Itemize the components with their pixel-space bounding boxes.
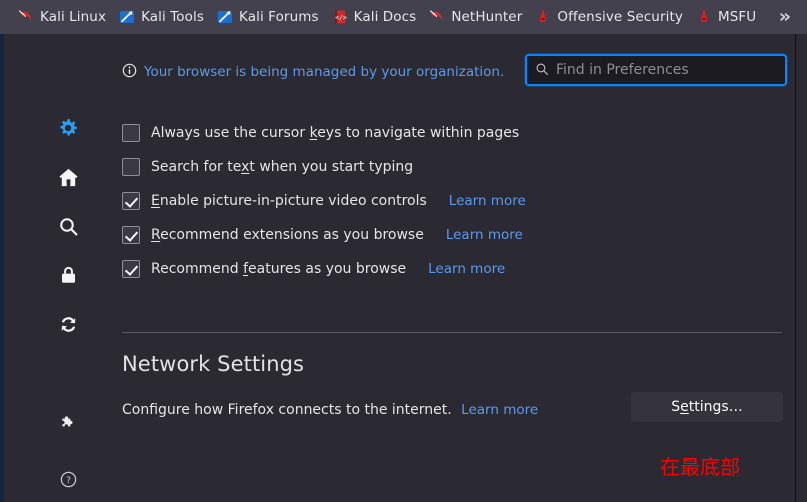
vertical-scrollbar[interactable] [796,34,807,502]
option-label: Recommend extensions as you browse [151,227,424,243]
preferences-sidebar: ? [4,34,120,502]
cursor-keys-checkbox[interactable] [122,124,140,142]
option-label: Search for text when you start typing [151,159,413,175]
bookmark-kali-tools[interactable]: Kali Tools [115,6,211,28]
bookmark-label: Kali Tools [141,9,204,25]
bookmarks-overflow-chevron-icon[interactable]: » [773,6,797,29]
sidebar-item-extensions[interactable] [52,409,84,441]
kali-docs-book-icon: </> [332,9,348,25]
bookmark-kali-forums[interactable]: Kali Forums [213,6,326,28]
sidebar-item-general[interactable] [52,114,84,146]
network-settings-description: Configure how Firefox connects to the in… [122,402,538,418]
bookmark-label: Kali Forums [239,9,319,25]
bookmark-label: NetHunter [451,9,522,25]
search-input[interactable] [556,62,777,78]
picture-in-picture-checkbox[interactable] [122,192,140,210]
kali-dragon-icon [18,9,34,25]
firefox-preferences-window: Kali Linux Kali Tools Kali Forums [0,0,807,502]
info-circle-icon [122,63,137,82]
option-label: Recommend features as you browse [151,261,406,277]
managed-notice-text: Your browser is being managed by your or… [144,64,504,80]
search-icon [535,61,549,80]
find-in-preferences-box[interactable] [525,54,787,86]
preferences-main-pane: Your browser is being managed by your or… [120,34,795,502]
option-cursor-keys-row[interactable]: Always use the cursor keys to navigate w… [122,116,782,150]
kali-tools-icon [119,9,135,25]
bookmark-label: Kali Linux [40,9,106,25]
learn-more-link[interactable]: Learn more [446,227,523,243]
recommend-features-checkbox[interactable] [122,260,140,278]
learn-more-link[interactable]: Learn more [461,402,538,418]
recommend-extensions-checkbox[interactable] [122,226,140,244]
sidebar-item-search[interactable] [52,212,84,244]
bookmark-nethunter[interactable]: NetHunter [425,6,529,28]
bookmark-msfu[interactable]: MSFU [692,6,763,28]
browsing-options-list: Always use the cursor keys to navigate w… [122,116,782,286]
question-mark-circle-icon: ? [59,470,78,493]
lock-icon [57,264,80,291]
svg-text:</>: </> [335,13,347,21]
section-divider [122,332,782,333]
svg-text:?: ? [66,475,71,485]
bookmarks-toolbar: Kali Linux Kali Tools Kali Forums [0,0,807,34]
bookmark-kali-linux[interactable]: Kali Linux [14,6,113,28]
network-settings-heading: Network Settings [122,352,304,376]
kali-forums-icon [217,9,233,25]
nethunter-dragon-icon [429,9,445,25]
bookmark-label: MSFU [718,9,756,25]
bookmark-kali-docs[interactable]: </> Kali Docs [328,6,424,28]
option-picture-in-picture-row[interactable]: Enable picture-in-picture video controls… [122,184,782,218]
annotation-overlay-text: 在最底部 [660,451,740,480]
bookmark-offensive-security[interactable]: Offensive Security [531,6,690,28]
search-on-typing-checkbox[interactable] [122,158,140,176]
search-icon [57,215,80,242]
bookmark-label: Offensive Security [557,9,683,25]
sync-icon [57,313,80,340]
bookmark-label: Kali Docs [354,9,417,25]
sidebar-item-privacy[interactable] [52,261,84,293]
home-icon [57,166,80,193]
msfu-icon [696,9,712,25]
network-description-text: Configure how Firefox connects to the in… [122,402,452,418]
managed-by-organization-notice[interactable]: Your browser is being managed by your or… [122,60,504,84]
learn-more-link[interactable]: Learn more [449,193,526,209]
option-search-on-typing-row[interactable]: Search for text when you start typing [122,150,782,184]
option-label: Enable picture-in-picture video controls [151,193,427,209]
option-recommend-extensions-row[interactable]: Recommend extensions as you browse Learn… [122,218,782,252]
offensive-security-icon [535,9,551,25]
sidebar-item-sync[interactable] [52,310,84,342]
sidebar-item-home[interactable] [52,163,84,195]
learn-more-link[interactable]: Learn more [428,261,505,277]
network-settings-button[interactable]: Settings… [631,392,783,422]
gear-icon [56,116,80,144]
option-label: Always use the cursor keys to navigate w… [151,125,519,141]
puzzle-icon [59,414,77,436]
option-recommend-features-row[interactable]: Recommend features as you browse Learn m… [122,252,782,286]
sidebar-item-help[interactable]: ? [52,465,84,497]
